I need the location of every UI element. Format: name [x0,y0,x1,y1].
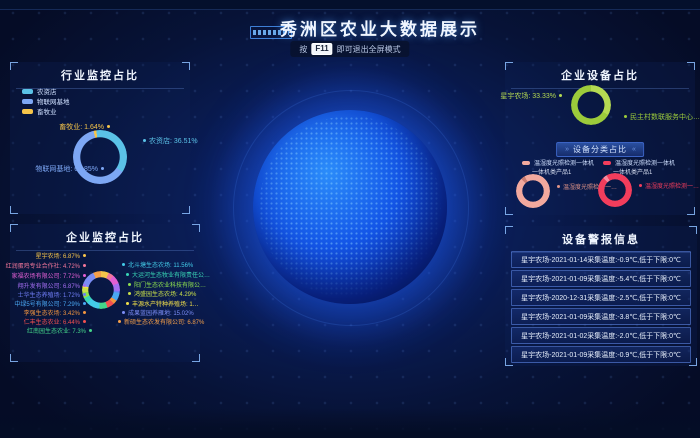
enterprise-donut-chart[interactable] [82,271,120,309]
callout-label: 仁丰生态农业: 6.44% [24,319,86,327]
page-title: 秀洲区农业大数据展示 [60,15,700,40]
callout-label: 北斗塘生态农场: 11.56% [122,262,193,270]
legend-label: 物联网基地 [37,96,70,106]
legend-swatch [522,161,530,165]
legend-item[interactable]: 物联网基地 [22,96,70,106]
hint-suffix: 即可退出全屏模式 [337,44,401,55]
legend-swatch [22,99,33,104]
decor-arrows-right: « [632,146,635,153]
callout-label: 温湿度光照检测一… [639,183,699,191]
legend-swatch [22,109,33,114]
callout-label: 阳门生态农业科技有限公… [128,282,206,290]
top-band [0,0,700,10]
alarm-row: 星宇农场-2020-12-31采集温度:-2.5℃,低于下限:0℃ [511,289,691,306]
legend-label: 畜牧业 [37,106,57,116]
callout-label: 丰源水产特种养殖场: 1… [126,301,199,309]
callout-label: 翔升发有限公司: 6.87% [18,283,86,291]
legend-swatch [22,89,33,94]
callout-label: 农资店: 36.51% [143,138,198,146]
device-category-title: 设备分类占比 [573,144,627,155]
legend-item[interactable]: 温湿度光照检测一体机 [603,158,675,167]
mini-donut-right[interactable] [598,173,632,207]
legend-item[interactable]: 温湿度光照检测一体机 [522,158,594,167]
legend-label: 农资店 [37,86,57,96]
callout-label: 大运河生态牧业有限责任公… [126,272,210,280]
panel-title-alarms: 设备警报信息 [511,226,691,253]
callout-label: 星宇农场: 6.87% [36,253,86,261]
alarm-row: 星宇农场-2021-01-09采集温度:-0.9℃,低于下限:0℃ [511,346,691,363]
alarm-row: 星宇农场-2021-01-09采集温度:-5.4℃,低于下限:0℃ [511,270,691,287]
alarm-row: 星宇农场-2021-01-02采集温度:-2.0℃,低于下限:0℃ [511,327,691,344]
callout-label: 李强生态农场: 3.42% [24,310,86,318]
legend-label: 温湿度光照检测一体机 [615,158,675,167]
panel-title-devices: 企业设备占比 [511,62,689,89]
callout-label: 星宇农场: 33.33% [500,93,562,101]
mini-donut-left[interactable] [516,174,550,208]
panel-industry-monitoring: 行业监控占比 农资店 物联网基地 畜牧业 畜牧业: 1.64% 农资店: 36.… [10,62,190,214]
panel-title-enterprise: 企业监控占比 [16,224,194,251]
callout-label: 中绿5号有限公司: 7.29% [14,301,86,309]
callout-label: 家福农场有限公司: 7.72% [12,273,86,281]
legend-swatch [603,161,611,165]
panel-enterprise-devices: 企业设备占比 星宇农场: 33.33% 民主村数联服务中心… » 设备分类占比 … [505,62,695,215]
panel-title-industry: 行业监控占比 [16,62,184,89]
callout-label: 鸿盛园生态农场: 4.29% [128,291,196,299]
callout-label: 红南园生态农业: 7.3% [27,328,92,336]
panel-device-alarms: 设备警报信息 星宇农场-2021-01-14采集温度:-0.9℃,低于下限:0℃… [505,226,697,366]
panel-enterprise-monitoring: 企业监控占比 星宇农场: 6.87% 红润蛋鸡专业合作社: 4.72% 家福农场… [10,224,200,362]
legend-label: 温湿度光照检测一体机 [534,158,594,167]
callout-label: 成果蓝园养雁地: 15.02% [122,310,194,318]
industry-donut-chart[interactable] [73,130,127,184]
hint-prefix: 按 [299,44,307,55]
fullscreen-hint: 按 F11 即可退出全屏模式 [290,41,409,57]
device-donut-chart[interactable] [571,85,611,125]
alarm-row: 星宇农场-2021-01-09采集温度:-3.8℃,低于下限:0℃ [511,308,691,325]
callout-label: 新硕生态农发有限公司: 6.87% [118,319,204,327]
legend-item[interactable]: 畜牧业 [22,106,57,116]
bottom-band [0,408,700,438]
decor-arrows-left: » [565,146,568,153]
globe-visualization [253,110,447,304]
device-category-header: » 设备分类占比 « [556,142,644,157]
callout-label: 民主村数联服务中心… [624,114,700,122]
callout-label: 畜牧业: 1.64% [59,124,110,132]
callout-label: 红润蛋鸡专业合作社: 4.72% [6,263,86,271]
dashboard-screen: 秀洲区农业大数据展示 按 F11 即可退出全屏模式 行业监控占比 农资店 物联网… [0,0,700,438]
legend-item[interactable]: 农资店 [22,86,57,96]
key-badge-f11: F11 [311,43,332,55]
callout-label: 士华生态养殖场: 1.72% [18,292,86,300]
callout-label: 物联网基地: 61.85% [35,166,104,174]
alarm-row: 星宇农场-2021-01-14采集温度:-0.9℃,低于下限:0℃ [511,251,691,268]
